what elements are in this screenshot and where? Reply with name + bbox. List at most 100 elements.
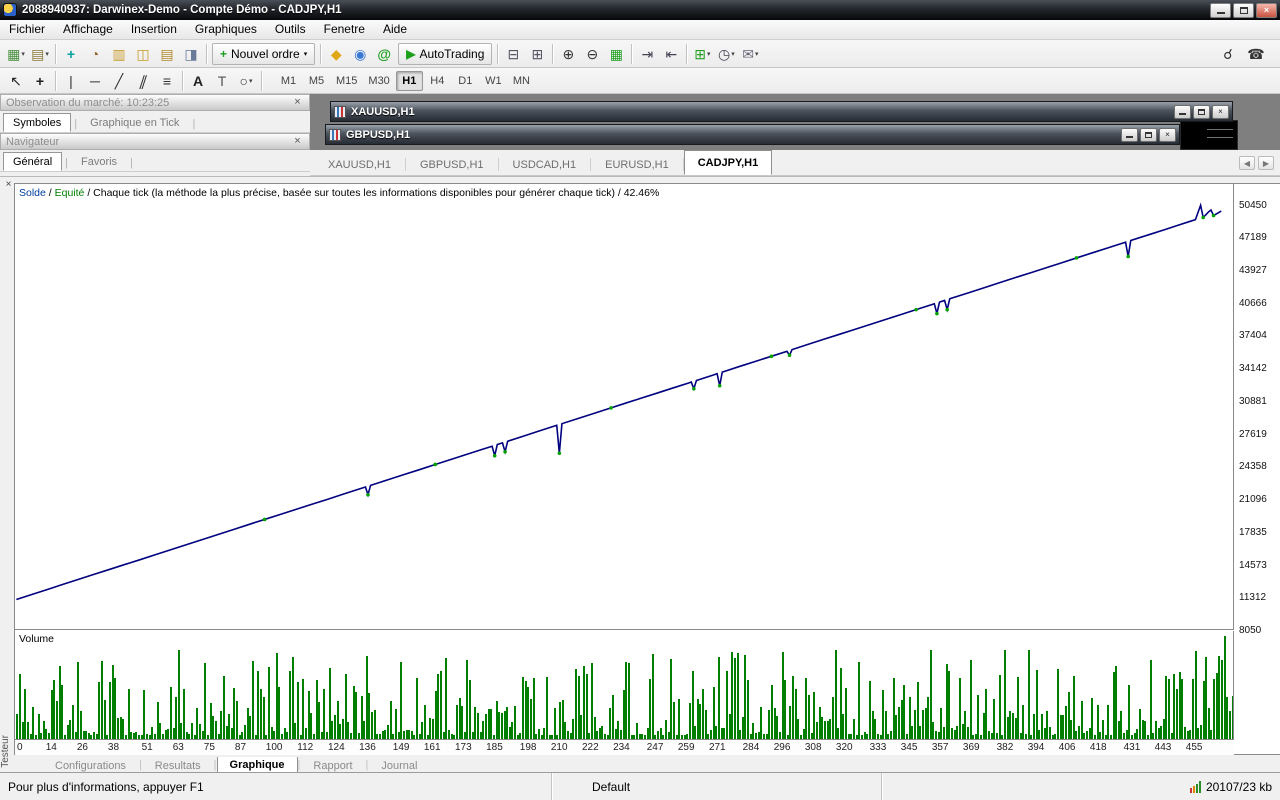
auto-scroll-icon[interactable]: ⇤: [659, 43, 683, 65]
tester-close-icon[interactable]: ×: [3, 179, 14, 190]
horizontal-line-icon[interactable]: ─: [83, 70, 107, 92]
x-axis-label: 320: [835, 742, 853, 753]
trendline-icon[interactable]: ╱: [107, 70, 131, 92]
minimize-button[interactable]: [1210, 2, 1231, 18]
market-watch-icon[interactable]: ▥: [107, 43, 131, 65]
crosshair-icon[interactable]: +: [59, 43, 83, 65]
compass-icon[interactable]: ◔: [83, 43, 107, 65]
navigator-close-icon[interactable]: ×: [291, 136, 304, 147]
chart-tab-eurusd-h1[interactable]: EURUSD,H1: [591, 154, 683, 175]
menu-affichage[interactable]: Affichage: [54, 22, 122, 36]
timeframe-m1[interactable]: M1: [275, 71, 302, 91]
support-phone-icon[interactable]: ☎: [1244, 43, 1268, 65]
strategy-tester-panel: × Testeur Solde / Equité / Chaque tick (…: [0, 176, 1280, 774]
chart-tab-gbpusd-h1[interactable]: GBPUSD,H1: [406, 154, 498, 175]
navigator-header[interactable]: Navigateur ×: [0, 133, 310, 150]
tab-favoris[interactable]: Favoris: [71, 152, 127, 171]
tabs-scroll-left-icon[interactable]: ◀: [1239, 156, 1255, 170]
x-axis-label: 100: [265, 742, 283, 753]
mdi-restore-button[interactable]: [1140, 127, 1157, 142]
timeframe-h1[interactable]: H1: [395, 70, 423, 91]
menu-aide[interactable]: Aide: [374, 22, 416, 36]
profiles-icon[interactable]: ▤ ▾: [28, 43, 52, 65]
x-axis-label: 222: [581, 742, 599, 753]
timeframe-mn[interactable]: MN: [508, 71, 535, 91]
balance-equity-plot[interactable]: Solde / Equité / Chaque tick (la méthode…: [15, 184, 1234, 630]
zoom-out-icon[interactable]: ⊖: [580, 43, 604, 65]
left-dock: Observation du marché: 10:23:25 × Symbol…: [0, 94, 310, 176]
fibonacci-icon[interactable]: ≡: [155, 70, 179, 92]
timeframe-d1[interactable]: D1: [452, 71, 479, 91]
volume-bar: [678, 699, 681, 739]
market-watch-header[interactable]: Observation du marché: 10:23:25 ×: [0, 94, 310, 111]
x-axis-label: 418: [1089, 742, 1107, 753]
y-axis-label: 27619: [1239, 428, 1267, 440]
channel-icon[interactable]: ∥: [131, 70, 155, 92]
mdi-minimize-button[interactable]: [1121, 127, 1138, 142]
mdi-window-xauusd-h1[interactable]: XAUUSD,H1 ×: [330, 101, 1233, 122]
status-profile[interactable]: Default: [552, 773, 882, 800]
add-indicator-icon[interactable]: ⊞ ▾: [690, 43, 714, 65]
navigator-icon[interactable]: ▤: [155, 43, 179, 65]
restore-button[interactable]: [1233, 2, 1254, 18]
volume-plot[interactable]: Volume: [15, 631, 1234, 740]
new-order-button[interactable]: + Nouvel ordre ▾: [212, 42, 316, 65]
text-icon[interactable]: A: [186, 70, 210, 92]
community-icon[interactable]: ◉: [348, 43, 372, 65]
chart-shift-icon[interactable]: ⇥: [635, 43, 659, 65]
mail-icon[interactable]: ✉ ▾: [738, 43, 762, 65]
timeframe-h4[interactable]: H4: [424, 71, 451, 91]
autotrading-button[interactable]: ▶ AutoTrading: [398, 42, 493, 65]
mdi-restore-button[interactable]: [1193, 104, 1210, 119]
mdi-minimize-button[interactable]: [1174, 104, 1191, 119]
tabs-scroll-right-icon[interactable]: ▶: [1258, 156, 1274, 170]
menu-insertion[interactable]: Insertion: [122, 22, 186, 36]
maximize-chart-icon[interactable]: ▦: [604, 43, 628, 65]
x-axis-label: 333: [869, 742, 887, 753]
periods-icon[interactable]: ◷ ▾: [714, 43, 738, 65]
x-axis-label: 431: [1123, 742, 1141, 753]
dropdown-caret-icon: ▾: [303, 50, 308, 58]
cursor-icon[interactable]: ↖: [4, 70, 28, 92]
timeframe-m5[interactable]: M5: [303, 71, 330, 91]
label-icon[interactable]: T: [210, 70, 234, 92]
tile-horizontal-icon[interactable]: ⊟: [501, 43, 525, 65]
mdi-close-button[interactable]: ×: [1159, 127, 1176, 142]
volume-bar: [251, 661, 254, 739]
timeframe-m15[interactable]: M15: [331, 71, 362, 91]
tile-vertical-icon[interactable]: ⊞: [525, 43, 549, 65]
menu-fenetre[interactable]: Fenetre: [315, 22, 374, 36]
tester-panel-label: Testeur: [0, 735, 11, 768]
menu-outils[interactable]: Outils: [266, 22, 315, 36]
volume-bar: [532, 678, 535, 739]
x-axis-label: 87: [234, 742, 247, 753]
tab-g-n-ral[interactable]: Général: [3, 152, 63, 171]
shapes-icon[interactable]: ○ ▾: [234, 70, 258, 92]
tab-graphique-en-tick[interactable]: Graphique en Tick: [80, 113, 189, 132]
new-chart-icon[interactable]: ▦ ▾: [4, 43, 28, 65]
timeframe-w1[interactable]: W1: [480, 71, 507, 91]
tab-symboles[interactable]: Symboles: [3, 113, 72, 132]
volume-bar: [834, 650, 837, 739]
vertical-line-icon[interactable]: |: [59, 70, 83, 92]
scripts-icon[interactable]: @: [372, 43, 396, 65]
crosshair-tool-icon[interactable]: +: [28, 70, 52, 92]
mdi-window-gbpusd-h1[interactable]: GBPUSD,H1 ×: [325, 124, 1180, 145]
zoom-in-icon[interactable]: ⊕: [556, 43, 580, 65]
search-icon[interactable]: ☌: [1216, 43, 1240, 65]
chart-tab-xauusd-h1[interactable]: XAUUSD,H1: [314, 154, 405, 175]
terminal-icon[interactable]: ◨: [179, 43, 203, 65]
navigator-tabs: Général | Favoris |: [0, 150, 310, 172]
data-window-icon[interactable]: ◫: [131, 43, 155, 65]
metaeditor-icon[interactable]: ◆: [324, 43, 348, 65]
y-axis-label: 30881: [1239, 395, 1267, 407]
mdi-close-button[interactable]: ×: [1212, 104, 1229, 119]
menu-fichier[interactable]: Fichier: [0, 22, 54, 36]
market-watch-close-icon[interactable]: ×: [291, 97, 304, 108]
chart-tab-cadjpy-h1[interactable]: CADJPY,H1: [683, 150, 773, 175]
close-button[interactable]: ×: [1256, 2, 1277, 18]
chart-tab-usdcad-h1[interactable]: USDCAD,H1: [499, 154, 591, 175]
x-axis-label: 63: [172, 742, 184, 753]
timeframe-m30[interactable]: M30: [363, 71, 394, 91]
menu-graphiques[interactable]: Graphiques: [186, 22, 266, 36]
